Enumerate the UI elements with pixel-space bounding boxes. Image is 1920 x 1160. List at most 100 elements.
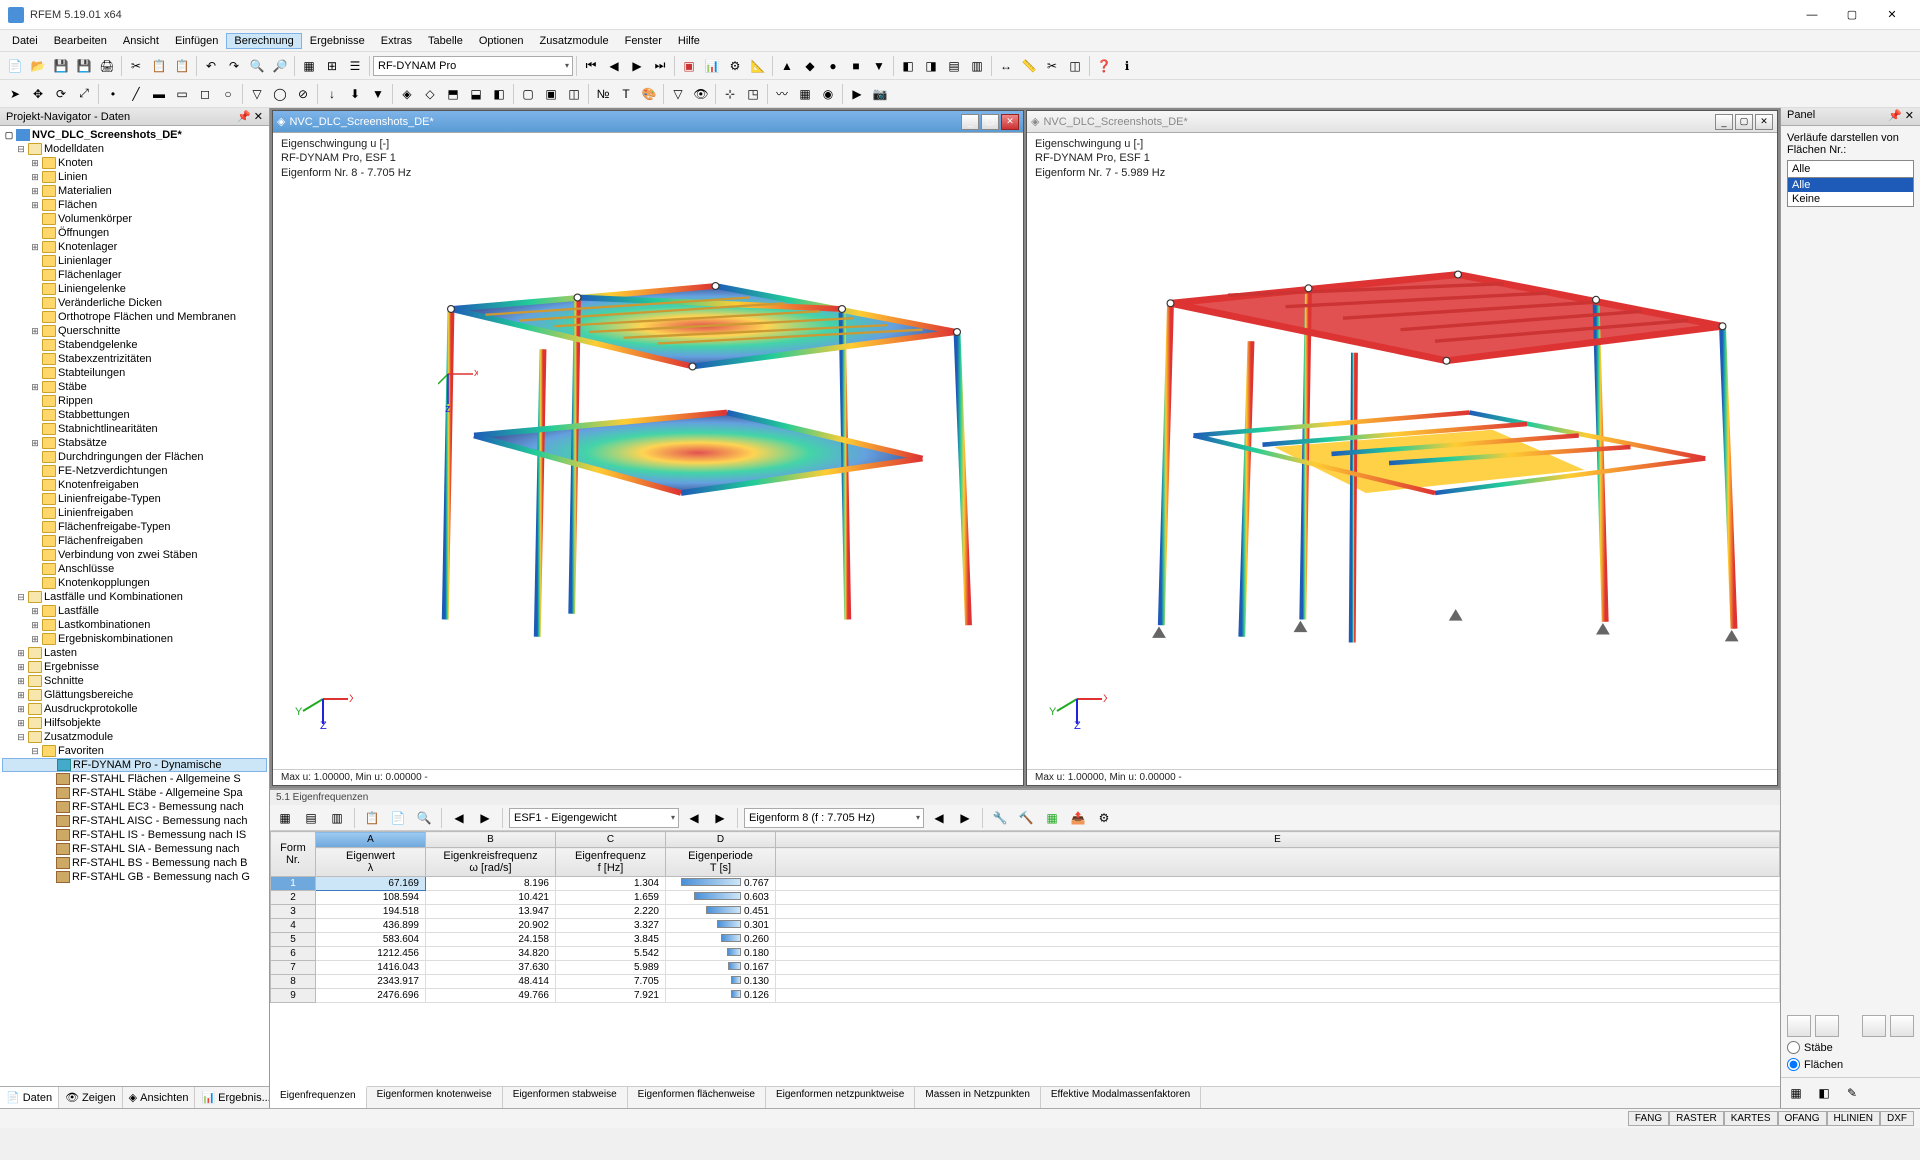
tree-favoriten[interactable]: ⊟ Favoriten xyxy=(2,744,267,758)
grid-icon[interactable]: ▦ xyxy=(298,55,320,77)
tree-group[interactable]: ⊟Zusatzmodule xyxy=(2,730,267,744)
navigator-tree[interactable]: ▢ NVC_DLC_Screenshots_DE* ⊟ Modelldaten … xyxy=(0,126,269,1086)
tbl-btn-5[interactable]: 📄 xyxy=(387,807,409,829)
view-c-icon[interactable]: ● xyxy=(822,55,844,77)
tbl-btn-3[interactable]: ▥ xyxy=(326,807,348,829)
panel-tab-3-icon[interactable]: ✎ xyxy=(1841,1082,1863,1104)
tree-item[interactable]: ⊞Knotenlager xyxy=(2,240,267,254)
nav-tab-ergebnis[interactable]: 📊Ergebnis... xyxy=(195,1087,269,1108)
tree-group[interactable]: ⊞Schnitte xyxy=(2,674,267,688)
table-row[interactable]: 92476.69649.7667.921 0.126 xyxy=(271,989,1780,1003)
tree-item[interactable]: Volumenkörper xyxy=(2,212,267,226)
solid-render-icon[interactable]: ▣ xyxy=(540,83,562,105)
open-icon[interactable]: 📂 xyxy=(27,55,49,77)
tree-item[interactable]: Rippen xyxy=(2,394,267,408)
panel-btn-3[interactable] xyxy=(1862,1015,1886,1037)
view1-close-button[interactable]: ✕ xyxy=(1001,114,1019,130)
workplane-icon[interactable]: ◳ xyxy=(742,83,764,105)
view1-titlebar[interactable]: ◈ NVC_DLC_Screenshots_DE* _ ▢ ✕ xyxy=(273,111,1023,133)
tree-item[interactable]: Knotenfreigaben xyxy=(2,478,267,492)
section-icon[interactable]: ✂ xyxy=(1041,55,1063,77)
tbl-case-next[interactable]: ▶ xyxy=(709,807,731,829)
tbl-btn-4[interactable]: 📋 xyxy=(361,807,383,829)
table-row[interactable]: 5583.60424.1583.845 0.260 xyxy=(271,933,1780,947)
tree-item[interactable]: Stabendgelenke xyxy=(2,338,267,352)
tree-item[interactable]: Verbindung von zwei Stäben xyxy=(2,548,267,562)
panel-btn-1[interactable] xyxy=(1787,1015,1811,1037)
tbl-btn-6[interactable]: 🔍 xyxy=(413,807,435,829)
solid-icon[interactable]: ◻ xyxy=(194,83,216,105)
render-b-icon[interactable]: ◨ xyxy=(920,55,942,77)
tree-module[interactable]: RF-STAHL GB - Bemessung nach G xyxy=(2,870,267,884)
nav-tab-daten[interactable]: 📄Daten xyxy=(0,1087,59,1108)
tree-item[interactable]: Flächenfreigaben xyxy=(2,534,267,548)
maximize-button[interactable]: ▢ xyxy=(1832,0,1872,30)
menu-ansicht[interactable]: Ansicht xyxy=(115,33,167,49)
tree-item[interactable]: ⊞Ergebniskombinationen xyxy=(2,632,267,646)
view2-close-button[interactable]: ✕ xyxy=(1755,114,1773,130)
minimize-button[interactable]: — xyxy=(1792,0,1832,30)
panel-surfaces-input[interactable] xyxy=(1787,160,1914,178)
tree-module[interactable]: RF-STAHL IS - Bemessung nach IS xyxy=(2,828,267,842)
view-b-icon[interactable]: ◆ xyxy=(799,55,821,77)
tbl-settings-icon[interactable]: ⚙ xyxy=(1093,807,1115,829)
select-icon[interactable]: ➤ xyxy=(4,83,26,105)
persp-icon[interactable]: ◇ xyxy=(419,83,441,105)
deform-icon[interactable]: 〰 xyxy=(771,83,793,105)
tree-modelldaten[interactable]: ⊟ Modelldaten xyxy=(2,142,267,156)
status-dxf[interactable]: DXF xyxy=(1880,1111,1914,1126)
table-row[interactable]: 4436.89920.9023.327 0.301 xyxy=(271,919,1780,933)
nav-prev-icon[interactable]: ◀ xyxy=(603,55,625,77)
tree-group[interactable]: ⊞Lasten xyxy=(2,646,267,660)
panel-radio-stabe[interactable]: Stäbe xyxy=(1787,1041,1914,1054)
ucs-icon[interactable]: ⊹ xyxy=(719,83,741,105)
table-row[interactable]: 3194.51813.9472.220 0.451 xyxy=(271,905,1780,919)
view2-minimize-button[interactable]: _ xyxy=(1715,114,1733,130)
ttab-flaechenweise[interactable]: Eigenformen flächenweise xyxy=(628,1087,766,1108)
panel-btn-4[interactable] xyxy=(1890,1015,1914,1037)
tree-item[interactable]: ⊞Stäbe xyxy=(2,380,267,394)
panel-opt-keine[interactable]: Keine xyxy=(1788,192,1913,206)
print-icon[interactable]: 🖨 xyxy=(96,55,118,77)
tree-item[interactable]: Öffnungen xyxy=(2,226,267,240)
tree-item[interactable]: Linienfreigaben xyxy=(2,506,267,520)
menu-einfuegen[interactable]: Einfügen xyxy=(167,33,226,49)
tree-item[interactable]: ⊞Knoten xyxy=(2,156,267,170)
capture-icon[interactable]: 📷 xyxy=(869,83,891,105)
tree-item[interactable]: Knotenkopplungen xyxy=(2,576,267,590)
ttab-massen[interactable]: Massen in Netzpunkten xyxy=(915,1087,1041,1108)
new-icon[interactable]: 📄 xyxy=(4,55,26,77)
menu-ergebnisse[interactable]: Ergebnisse xyxy=(302,33,373,49)
member-icon[interactable]: ▬ xyxy=(148,83,170,105)
opening-icon[interactable]: ○ xyxy=(217,83,239,105)
tree-item[interactable]: Veränderliche Dicken xyxy=(2,296,267,310)
render-d-icon[interactable]: ▥ xyxy=(966,55,988,77)
save-icon[interactable]: 💾 xyxy=(50,55,72,77)
tree-root[interactable]: ▢ NVC_DLC_Screenshots_DE* xyxy=(2,128,267,142)
panel-pin-icon[interactable]: 📌 ✕ xyxy=(1888,109,1914,124)
tree-group[interactable]: ⊞Ausdruckprotokolle xyxy=(2,702,267,716)
tree-item[interactable]: Flächenlager xyxy=(2,268,267,282)
filter-icon[interactable]: ▽ xyxy=(667,83,689,105)
hinge-icon[interactable]: ◯ xyxy=(269,83,291,105)
menu-optionen[interactable]: Optionen xyxy=(471,33,532,49)
colors-icon[interactable]: 🎨 xyxy=(638,83,660,105)
tbl-case-prev[interactable]: ◀ xyxy=(683,807,705,829)
table-form-combo[interactable]: Eigenform 8 (f : 7.705 Hz) xyxy=(744,808,924,828)
undo-icon[interactable]: ↶ xyxy=(200,55,222,77)
surface-icon[interactable]: ▭ xyxy=(171,83,193,105)
panel-btn-2[interactable] xyxy=(1815,1015,1839,1037)
status-raster[interactable]: RASTER xyxy=(1669,1111,1724,1126)
view-d-icon[interactable]: ■ xyxy=(845,55,867,77)
front-icon[interactable]: ⬓ xyxy=(465,83,487,105)
paste-icon[interactable]: 📋 xyxy=(171,55,193,77)
status-ofang[interactable]: OFANG xyxy=(1778,1111,1827,1126)
zoom-icon[interactable]: 🔍 xyxy=(246,55,268,77)
labels-icon[interactable]: T xyxy=(615,83,637,105)
view-e-icon[interactable]: ▼ xyxy=(868,55,890,77)
info-icon[interactable]: ℹ xyxy=(1116,55,1138,77)
layers-icon[interactable]: ☰ xyxy=(344,55,366,77)
nav-last-icon[interactable]: ⏭ xyxy=(649,55,671,77)
view1-canvas[interactable]: X Y Z x z xyxy=(273,184,1023,769)
tbl-next-tab[interactable]: ▶ xyxy=(474,807,496,829)
